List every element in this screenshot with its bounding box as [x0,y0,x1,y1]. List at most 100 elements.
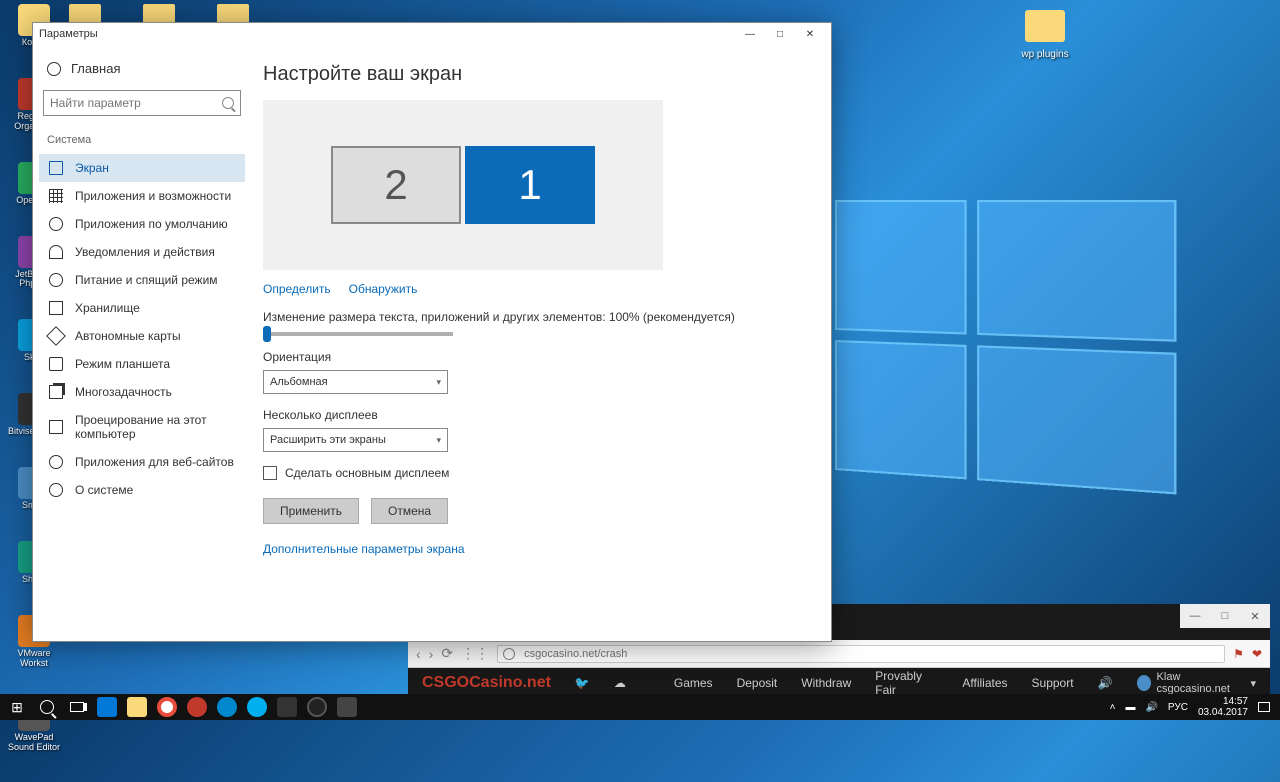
sidebar-item-apps[interactable]: Приложения и возможности [39,182,245,210]
sidebar-item-about[interactable]: О системе [39,476,245,504]
sidebar-item-label: Приложения и возможности [75,189,231,203]
sidebar-item-projecting[interactable]: Проецирование на этот компьютер [39,406,245,448]
nav-link[interactable]: Support [1032,676,1074,690]
tray-language[interactable]: РУС [1168,702,1188,713]
sidebar-item-label: Приложения для веб-сайтов [75,455,234,469]
monitor-2[interactable]: 2 [331,146,461,224]
sidebar-item-label: Экран [75,161,109,175]
sidebar-item-multitasking[interactable]: Многозадачность [39,378,245,406]
search-input[interactable] [43,90,241,116]
task-view-button[interactable] [62,694,92,720]
page-title: Настройте ваш экран [263,63,821,86]
nav-link[interactable]: Affiliates [962,676,1007,690]
taskbar-app-edge[interactable] [92,694,122,720]
detect-link[interactable]: Обнаружить [349,282,418,296]
back-icon[interactable]: ‹ [416,646,421,662]
start-button[interactable]: ⊞ [2,694,32,720]
sidebar-item-power[interactable]: Питание и спящий режим [39,266,245,294]
forward-icon[interactable]: › [429,646,434,662]
close-button[interactable]: ✕ [795,25,825,43]
close-button[interactable]: ✕ [1240,604,1270,628]
tray-chevron-up-icon[interactable]: ˄ [1110,702,1116,713]
settings-sidebar: Главная Система Экран Приложения и возмо… [33,45,251,641]
sidebar-item-label: Режим планшета [75,357,170,371]
apps-icon [49,217,63,231]
address-bar[interactable]: csgocasino.net/crash [497,645,1225,663]
sidebar-item-label: О системе [75,483,133,497]
url-text: csgocasino.net/crash [524,648,627,660]
apply-button[interactable]: Применить [263,498,359,524]
monitor-1[interactable]: 1 [465,146,595,224]
nav-link[interactable]: Provably Fair [875,669,938,697]
site-logo[interactable]: CSGOCasino.net [422,674,551,692]
tray-volume-icon[interactable]: 🔊 [1145,702,1157,713]
taskbar: ⊞ ˄ ▬ 🔊 РУС 14:57 03.04.2017 [0,694,1280,720]
gear-icon [47,62,61,76]
browser-window-controls: — □ ✕ [1180,604,1270,628]
maximize-button[interactable]: □ [765,25,795,43]
apps-icon[interactable]: ⋮⋮ [461,645,489,662]
taskbar-app-explorer[interactable] [122,694,152,720]
checkbox-label: Сделать основным дисплеем [285,466,449,480]
user-menu[interactable]: Klaw csgocasino.net ▾ [1137,671,1256,695]
sidebar-item-default-apps[interactable]: Приложения по умолчанию [39,210,245,238]
sidebar-item-label: Питание и спящий режим [75,273,218,287]
taskbar-search[interactable] [32,694,62,720]
nav-link[interactable]: Deposit [737,676,778,690]
taskbar-app-chrome[interactable] [152,694,182,720]
minimize-button[interactable]: — [735,25,765,43]
taskbar-app-telegram[interactable] [212,694,242,720]
taskview-icon [70,702,84,712]
taskbar-app-obs[interactable] [302,694,332,720]
minimize-button[interactable]: — [1180,604,1210,628]
globe-icon [49,455,63,469]
map-icon [46,326,66,346]
display-arrangement[interactable]: 2 1 [263,100,663,270]
sidebar-item-notifications[interactable]: Уведомления и действия [39,238,245,266]
steam-icon[interactable]: ☁ [614,676,626,690]
tray-network-icon[interactable]: ▬ [1125,702,1135,713]
globe-icon [503,648,515,660]
sidebar-item-display[interactable]: Экран [39,154,245,182]
make-main-display-checkbox[interactable]: Сделать основным дисплеем [263,466,821,480]
nav-link[interactable]: Games [674,676,713,690]
advanced-display-link[interactable]: Дополнительные параметры экрана [263,542,821,556]
multiple-displays-select[interactable]: Расширить эти экраны ▾ [263,428,448,452]
sidebar-item-offline-maps[interactable]: Автономные карты [39,322,245,350]
taskbar-app-skype[interactable] [242,694,272,720]
home-button[interactable]: Главная [39,55,245,82]
nav-link[interactable]: Withdraw [801,676,851,690]
browser-toolbar: ‹ › ⟳ ⋮⋮ csgocasino.net/crash ⚑ ❤ [408,640,1270,668]
tray-clock[interactable]: 14:57 03.04.2017 [1198,696,1248,718]
sidebar-item-storage[interactable]: Хранилище [39,294,245,322]
slider-thumb[interactable] [263,326,271,342]
list-icon [49,189,63,203]
extension-icon[interactable]: ⚑ [1233,647,1244,661]
sidebar-item-tablet-mode[interactable]: Режим планшета [39,350,245,378]
desktop-folder-wp-plugins[interactable]: wp plugins [1010,10,1080,60]
twitter-icon[interactable]: 🐦 [575,676,590,690]
orientation-select[interactable]: Альбомная ▾ [263,370,448,394]
extension-icon[interactable]: ❤ [1252,647,1262,661]
sidebar-item-web-apps[interactable]: Приложения для веб-сайтов [39,448,245,476]
orientation-label: Ориентация [263,350,821,364]
cancel-button[interactable]: Отмена [371,498,448,524]
sidebar-item-label: Приложения по умолчанию [75,217,228,231]
search-field[interactable] [50,96,222,110]
taskbar-app-opera[interactable] [182,694,212,720]
chevron-down-icon: ▾ [436,377,441,388]
action-center-icon[interactable] [1258,702,1270,712]
sidebar-item-label: Хранилище [75,301,140,315]
taskbar-app-settings[interactable] [332,694,362,720]
settings-content: Настройте ваш экран 2 1 Определить Обнар… [263,53,821,641]
checkbox-icon[interactable] [263,466,277,480]
taskbar-app[interactable] [272,694,302,720]
sidebar-item-label: Автономные карты [75,329,181,343]
identify-link[interactable]: Определить [263,282,331,296]
search-icon [222,97,234,109]
bell-icon [49,245,63,259]
scale-slider[interactable] [263,332,453,336]
maximize-button[interactable]: □ [1210,604,1240,628]
volume-icon[interactable]: 🔊 [1098,676,1113,690]
reload-icon[interactable]: ⟳ [441,645,453,662]
